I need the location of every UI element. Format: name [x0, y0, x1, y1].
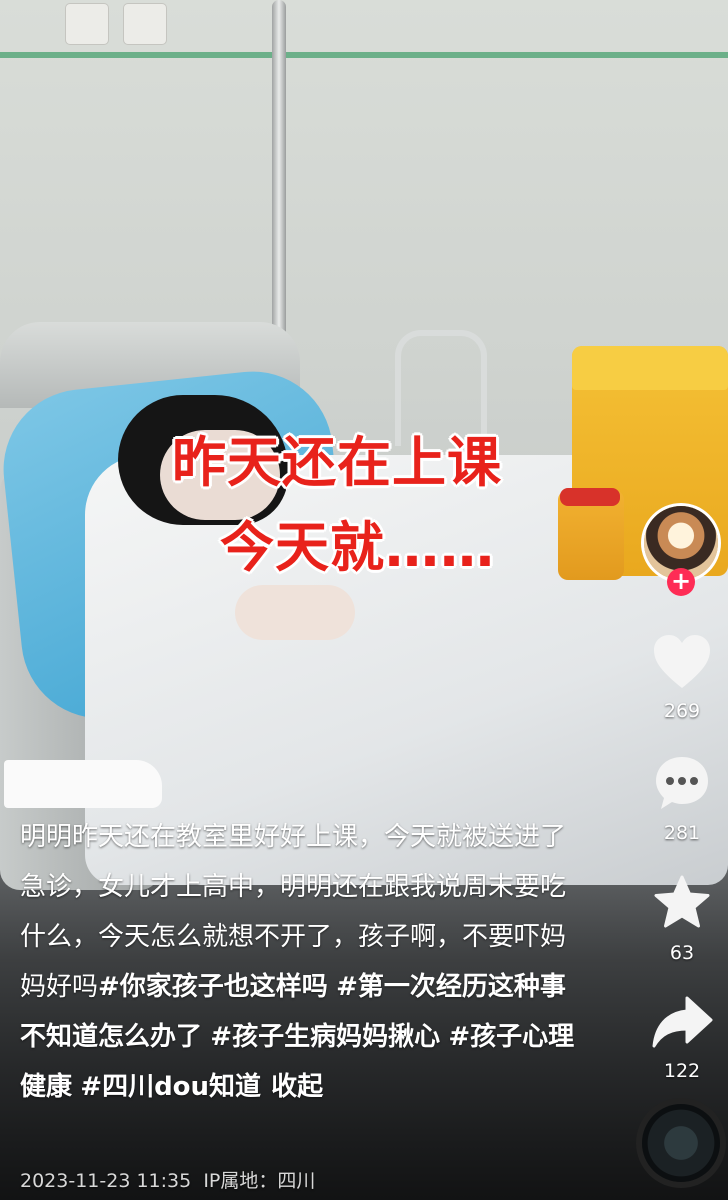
sharps-container-cap — [560, 488, 620, 506]
share-count: 122 — [663, 1060, 701, 1082]
hashtag[interactable]: #孩子生病妈妈揪心 — [210, 1022, 440, 1052]
favorite-count: 63 — [669, 942, 695, 964]
iv-pole — [272, 0, 286, 340]
patient-hand — [235, 585, 355, 640]
video-overlay-line1: 昨天还在上课 — [172, 431, 502, 494]
yellow-bin-lid — [572, 346, 728, 390]
video-overlay-line2: 今天就…… — [220, 516, 495, 579]
hashtag[interactable]: #四川dou知道 — [80, 1072, 261, 1102]
wall-outlet — [124, 4, 166, 44]
ip-location: IP属地：四川 — [203, 1170, 316, 1192]
hashtag[interactable]: #你家孩子也这样吗 — [98, 972, 328, 1002]
heart-icon — [654, 635, 710, 688]
wall-outlet — [66, 4, 108, 44]
music-disc-icon[interactable] — [642, 1104, 720, 1182]
video-caption[interactable]: 明明昨天还在教室里好好上课，今天就被送进了急诊，女儿才上高中，明明还在跟我说周末… — [20, 812, 580, 1112]
comment-count: 281 — [663, 822, 701, 844]
share-arrow-icon — [652, 996, 713, 1048]
wall-stripe — [0, 52, 728, 58]
like-count: 269 — [663, 700, 701, 722]
author-name-redacted — [4, 760, 162, 808]
post-meta: 2023-11-23 11:35 IP属地：四川 — [20, 1166, 315, 1193]
follow-plus-icon[interactable]: + — [667, 568, 695, 596]
favorite-button[interactable]: 63 — [640, 874, 724, 964]
comment-icon — [656, 757, 708, 809]
comment-button[interactable]: 281 — [640, 754, 724, 844]
star-icon — [654, 875, 710, 928]
like-button[interactable]: 269 — [640, 634, 724, 722]
post-timestamp: 2023-11-23 11:35 — [20, 1170, 192, 1192]
collapse-link[interactable]: 收起 — [271, 1072, 323, 1102]
share-button[interactable]: 122 — [640, 994, 724, 1082]
